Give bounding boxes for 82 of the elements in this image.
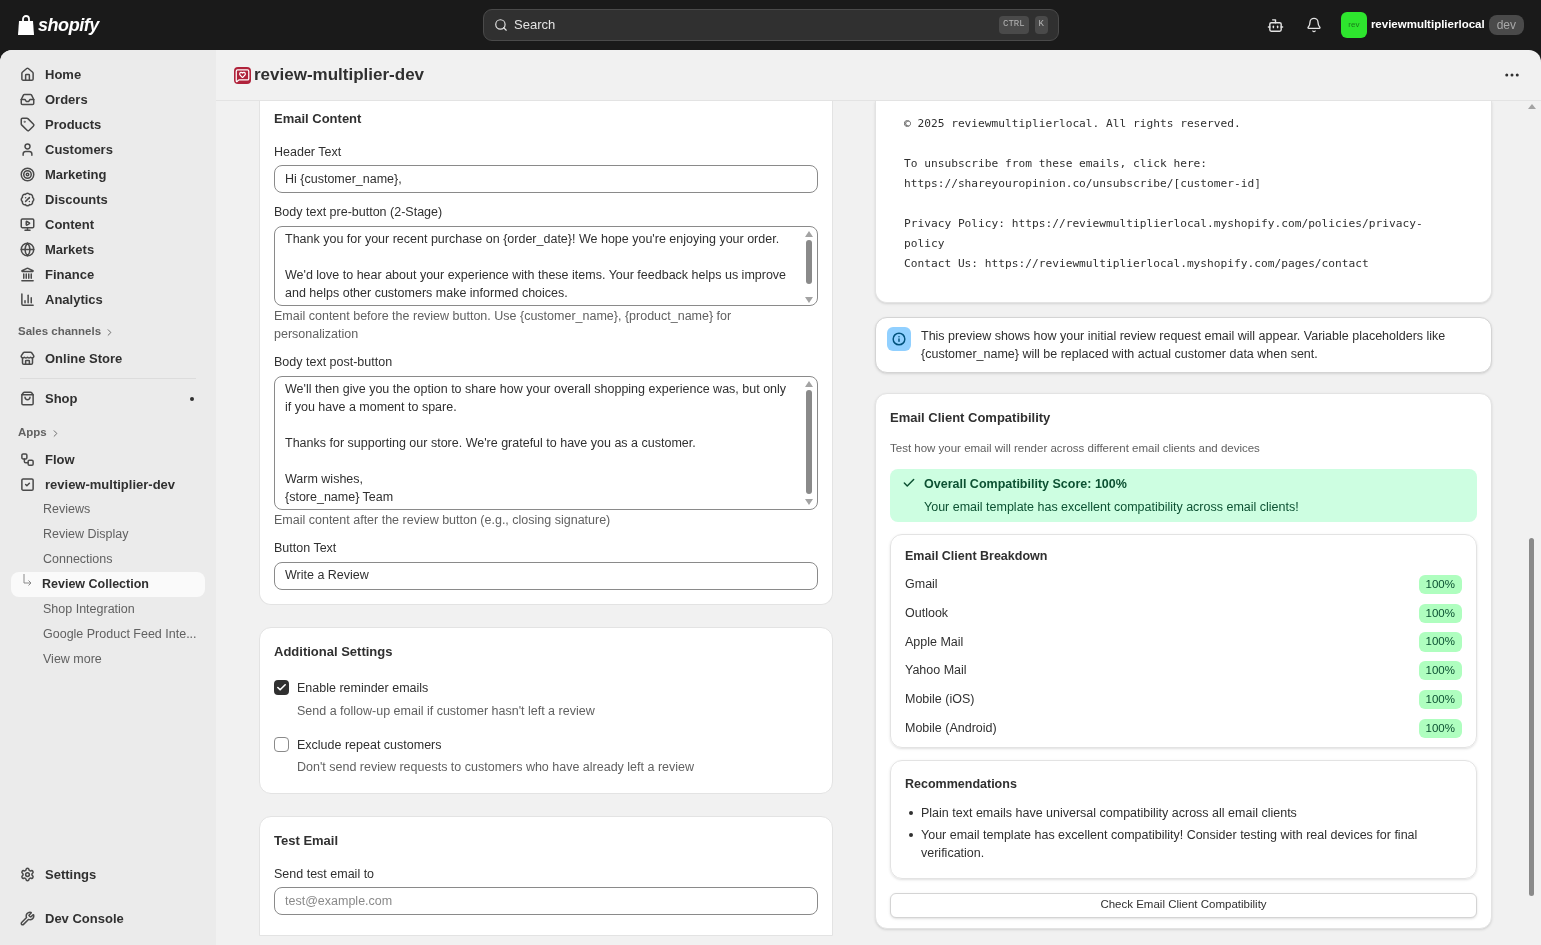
checkbox-label: Exclude repeat customers	[297, 736, 443, 754]
nav-item[interactable]: Markets	[45, 239, 95, 260]
search-placeholder: Search	[514, 16, 557, 35]
store-name: reviewmultiplierlocal	[1370, 17, 1485, 33]
field-label: Button Text	[274, 539, 338, 557]
success-title: Overall Compatibility Score: 100%	[924, 475, 1128, 493]
nav-sub-item[interactable]: Connections	[43, 550, 113, 569]
nav-sub-item[interactable]: Reviews	[43, 500, 91, 519]
field-label: Body text pre-button (2-Stage)	[274, 204, 444, 222]
card-title: Email Content	[274, 110, 363, 128]
nav-item[interactable]: Orders	[45, 89, 88, 110]
check-compatibility-button[interactable]: Check Email Client Compatibility	[890, 892, 1477, 918]
client-name: Gmail	[905, 576, 938, 593]
text-area-paragraph: We'd love to hear about your experience with these items. Your feedback helps us improve and helps other customers make informed choices.	[285, 267, 788, 302]
score-badge: 100%	[1418, 661, 1462, 681]
client-name: Mobile (iOS)	[905, 691, 975, 709]
store-badge: dev	[1488, 15, 1524, 35]
client-name: Mobile (Android)	[905, 720, 997, 737]
store-menu[interactable]: rev reviewmultiplierlocal dev	[1340, 12, 1524, 38]
help-text: Email content before the review button. Use {customer_name}, {product_name} for personalization	[274, 308, 733, 343]
keyboard-key: CTRL	[999, 16, 1029, 34]
client-name: Apple Mail	[905, 633, 964, 651]
nav-sub-item[interactable]: View more	[43, 650, 102, 669]
client-name: Yahoo Mail	[905, 662, 967, 680]
field-label: Body text post-button	[274, 354, 394, 371]
email-footer-text: Privacy Policy: https://reviewmultiplierlocal.myshopify.com/policies/privacy-policy Contact Us: https://reviewmultiplierlocal.myshopify.com/pages/contact	[904, 216, 1424, 272]
nav-item[interactable]: Settings	[45, 864, 97, 885]
card-title: Test Email	[274, 832, 340, 850]
success-message: Your email template has excellent compatibility across email clients!	[924, 498, 1299, 516]
text-area-paragraph: Thanks for supporting our store. We're grateful to have you as a customer.	[285, 434, 697, 452]
email-footer-text: To unsubscribe from these emails, click here: https://shareyouropinion.co/unsubscribe/[customer-id]	[904, 156, 1262, 192]
nav-sub-item[interactable]: Google Product Feed Inte...	[43, 625, 197, 644]
nav-item[interactable]: Flow	[45, 449, 75, 470]
score-badge: 100%	[1418, 574, 1462, 594]
nav-item[interactable]: Products	[45, 114, 102, 135]
search-field[interactable]: Search CTRL K	[483, 9, 1059, 41]
card-title: Additional Settings	[274, 642, 394, 661]
card-title: Email Client Breakdown	[905, 548, 1049, 566]
nav-item[interactable]: Content	[45, 214, 95, 235]
field-label: Header Text	[274, 143, 343, 161]
nav-item[interactable]: Online Store	[45, 348, 123, 369]
nav-item[interactable]: Home	[45, 64, 82, 85]
checkbox-description: Don't send review requests to customers who have already left a review	[297, 759, 695, 777]
nav-item[interactable]: Dev Console	[45, 908, 124, 929]
info-text: This preview shows how your initial review request email will appear. Variable placeholders like {customer_name} will be replaced with actual customer data when sent.	[921, 328, 1447, 363]
brand-logo[interactable]: shopify	[38, 11, 99, 39]
checkbox-label: Enable reminder emails	[297, 680, 430, 697]
nav-item[interactable]: Shop	[45, 388, 78, 409]
nav-item[interactable]: Customers	[45, 139, 113, 160]
card-title: Recommendations	[905, 775, 1018, 793]
text-input[interactable]: Hi {customer_name},	[274, 165, 818, 194]
email-input[interactable]: test@example.com	[274, 887, 818, 916]
store-avatar: rev	[1340, 12, 1367, 38]
nav-item[interactable]: review-multiplier-dev	[45, 474, 176, 495]
section-heading[interactable]: Sales channels	[18, 323, 102, 341]
help-text: Email content after the review button (e.g., closing signature)	[274, 511, 612, 529]
text-area-paragraph: We'll then give you the option to share how your overall shopping experience was, but only if you have a moment to spare.	[285, 380, 788, 416]
nav-item[interactable]: Finance	[45, 264, 95, 285]
page-title: review-multiplier-dev	[254, 64, 425, 87]
recommendation-text: Plain text emails have universal compatibility across all email clients	[921, 804, 1297, 822]
email-footer-text: © 2025 reviewmultiplierlocal. All rights reserved.	[904, 116, 1242, 132]
text-area-paragraph: Warm wishes, {store_name} Team	[285, 470, 395, 506]
recommendation-text: Your email template has excellent compatibility! Consider testing with real devices for final verification.	[921, 826, 1419, 862]
nav-sub-item[interactable]: Shop Integration	[43, 600, 135, 619]
score-badge: 100%	[1418, 632, 1462, 652]
checkbox-description: Send a follow-up email if customer hasn't left a review	[297, 702, 595, 720]
nav-item[interactable]: Discounts	[45, 189, 108, 210]
section-heading[interactable]: Apps	[18, 424, 47, 442]
score-badge: 100%	[1418, 718, 1462, 738]
score-badge: 100%	[1418, 603, 1462, 623]
nav-item[interactable]: Marketing	[45, 164, 107, 185]
card-title: Email Client Compatibility	[890, 409, 1052, 427]
card-subtitle: Test how your email will render across different email clients and devices	[890, 440, 1261, 456]
client-name: Outlook	[905, 604, 949, 622]
score-badge: 100%	[1418, 689, 1462, 710]
text-input[interactable]: Write a Review	[274, 561, 818, 590]
nav-item[interactable]: Analytics	[45, 289, 103, 310]
text-area-paragraph: Thank you for your recent purchase on {order_date}! We hope you're enjoying your order.	[285, 231, 781, 248]
field-label: Send test email to	[274, 865, 376, 883]
nav-sub-item[interactable]: Review Display	[43, 525, 129, 544]
nav-sub-item[interactable]: Review Collection	[42, 575, 149, 594]
keyboard-key: K	[1034, 16, 1048, 34]
